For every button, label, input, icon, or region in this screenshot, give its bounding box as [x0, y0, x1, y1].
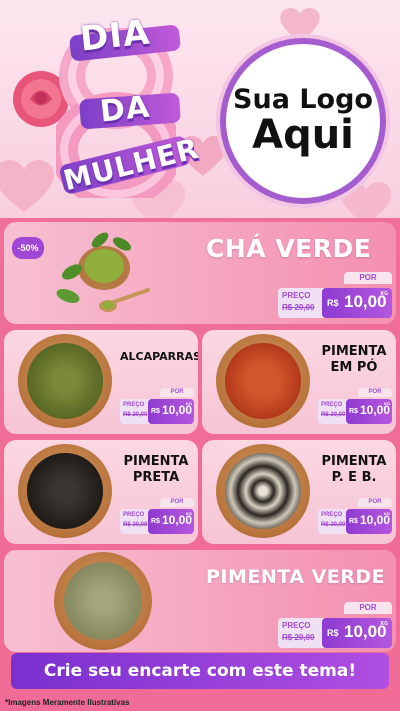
- product-card-pimenta-verde: PIMENTA VERDE POR PREÇO R$ 20,00 R$ 10,0…: [4, 550, 396, 652]
- old-price: R$ 20,00: [123, 412, 148, 418]
- price-tag: POR PREÇO R$ 20,00 R$ 10,00 KG: [120, 498, 194, 534]
- new-price-box: R$ 10,00 KG: [346, 399, 392, 424]
- currency: R$: [349, 518, 358, 525]
- logo-placeholder: Sua Logo Aqui: [220, 38, 386, 204]
- product-name: PIMENTA VERDE: [206, 566, 386, 588]
- discount-badge: -50%: [12, 237, 44, 259]
- new-price-box: R$ 10,00 KG: [346, 509, 392, 534]
- preco-label: PREÇO: [123, 512, 145, 518]
- preco-label: PREÇO: [123, 402, 145, 408]
- old-price: R$ 20,00: [321, 412, 346, 418]
- preco-label: PREÇO: [321, 512, 343, 518]
- pimenta-verde-image: [54, 552, 152, 650]
- unit: KG: [186, 511, 192, 516]
- product-card-alcaparras: ALCAPARRAS POR PREÇO R$ 20,00 R$ 10,00 K…: [4, 330, 198, 434]
- product-card-cha-verde: -50% CHÁ VERDE POR PREÇO R$ 20,00 R$ 10,…: [4, 222, 396, 324]
- por-label: POR: [160, 498, 194, 507]
- alcaparras-image: [18, 334, 112, 428]
- title-word-da: DA: [98, 89, 152, 130]
- product-card-pimenta-peb: PIMENTA P. E B. POR PREÇO R$ 20,00 R$ 10…: [202, 440, 396, 544]
- unit: KG: [380, 291, 389, 297]
- new-price-box: R$ 10,00 KG: [148, 399, 194, 424]
- por-label: POR: [358, 498, 392, 507]
- logo-text-line2: Aqui: [252, 112, 354, 159]
- header-banner: DIA DA MULHER Sua Logo Aqui: [0, 0, 400, 218]
- por-label: POR: [160, 388, 194, 397]
- currency: R$: [349, 408, 358, 415]
- price-tag: POR PREÇO R$ 20,00 R$ 10,00 KG: [120, 388, 194, 424]
- currency: R$: [151, 518, 160, 525]
- unit: KG: [186, 401, 192, 406]
- new-price-box: R$ 10,00 KG: [148, 509, 194, 534]
- currency: R$: [327, 628, 339, 638]
- new-price-box: R$ 10,00 KG: [322, 618, 392, 648]
- product-card-pimenta-preta: PIMENTA PRETA POR PREÇO R$ 20,00 R$ 10,0…: [4, 440, 198, 544]
- preco-label: PREÇO: [282, 621, 311, 630]
- price-tag: POR PREÇO R$ 20,00 R$ 10,00 KG: [318, 498, 392, 534]
- old-price: R$ 20,00: [321, 522, 346, 528]
- pimenta-em-po-image: [216, 334, 310, 428]
- new-price-box: R$ 10,00 KG: [322, 288, 392, 318]
- pimenta-peb-image: [216, 444, 310, 538]
- product-name: PIMENTA PRETA: [123, 454, 189, 485]
- por-label: POR: [358, 388, 392, 397]
- product-card-pimenta-em-po: PIMENTA EM PÓ POR PREÇO R$ 20,00 R$ 10,0…: [202, 330, 396, 434]
- logo-text-line1: Sua Logo: [233, 83, 373, 115]
- preco-label: PREÇO: [321, 402, 343, 408]
- old-price: R$ 20,00: [123, 522, 148, 528]
- price-tag: POR PREÇO R$ 20,00 R$ 10,00 KG: [278, 602, 392, 648]
- product-name: PIMENTA P. E B.: [321, 454, 387, 485]
- unit: KG: [384, 511, 390, 516]
- price-tag: POR PREÇO R$ 20,00 R$ 10,00 KG: [318, 388, 392, 424]
- por-label: POR: [344, 272, 392, 284]
- preco-label: PREÇO: [282, 291, 311, 300]
- green-tea-image: [56, 232, 150, 312]
- currency: R$: [327, 298, 339, 308]
- heart-icon: [0, 160, 54, 213]
- old-price: R$ 20,00: [282, 303, 315, 312]
- product-name: CHÁ VERDE: [206, 234, 372, 263]
- unit: KG: [380, 621, 389, 627]
- price-tag: POR PREÇO R$ 20,00 R$ 10,00 KG: [278, 272, 392, 318]
- old-price: R$ 20,00: [282, 633, 315, 642]
- product-name: ALCAPARRAS: [120, 350, 198, 363]
- pimenta-preta-image: [18, 444, 112, 538]
- unit: KG: [384, 401, 390, 406]
- product-name: PIMENTA EM PÓ: [321, 344, 387, 375]
- cta-banner[interactable]: Crie seu encarte com este tema!: [11, 653, 389, 689]
- title-word-dia: DIA: [78, 12, 153, 60]
- disclaimer-text: *Imagens Meramente Ilustrativas: [5, 698, 130, 707]
- por-label: POR: [344, 602, 392, 614]
- currency: R$: [151, 408, 160, 415]
